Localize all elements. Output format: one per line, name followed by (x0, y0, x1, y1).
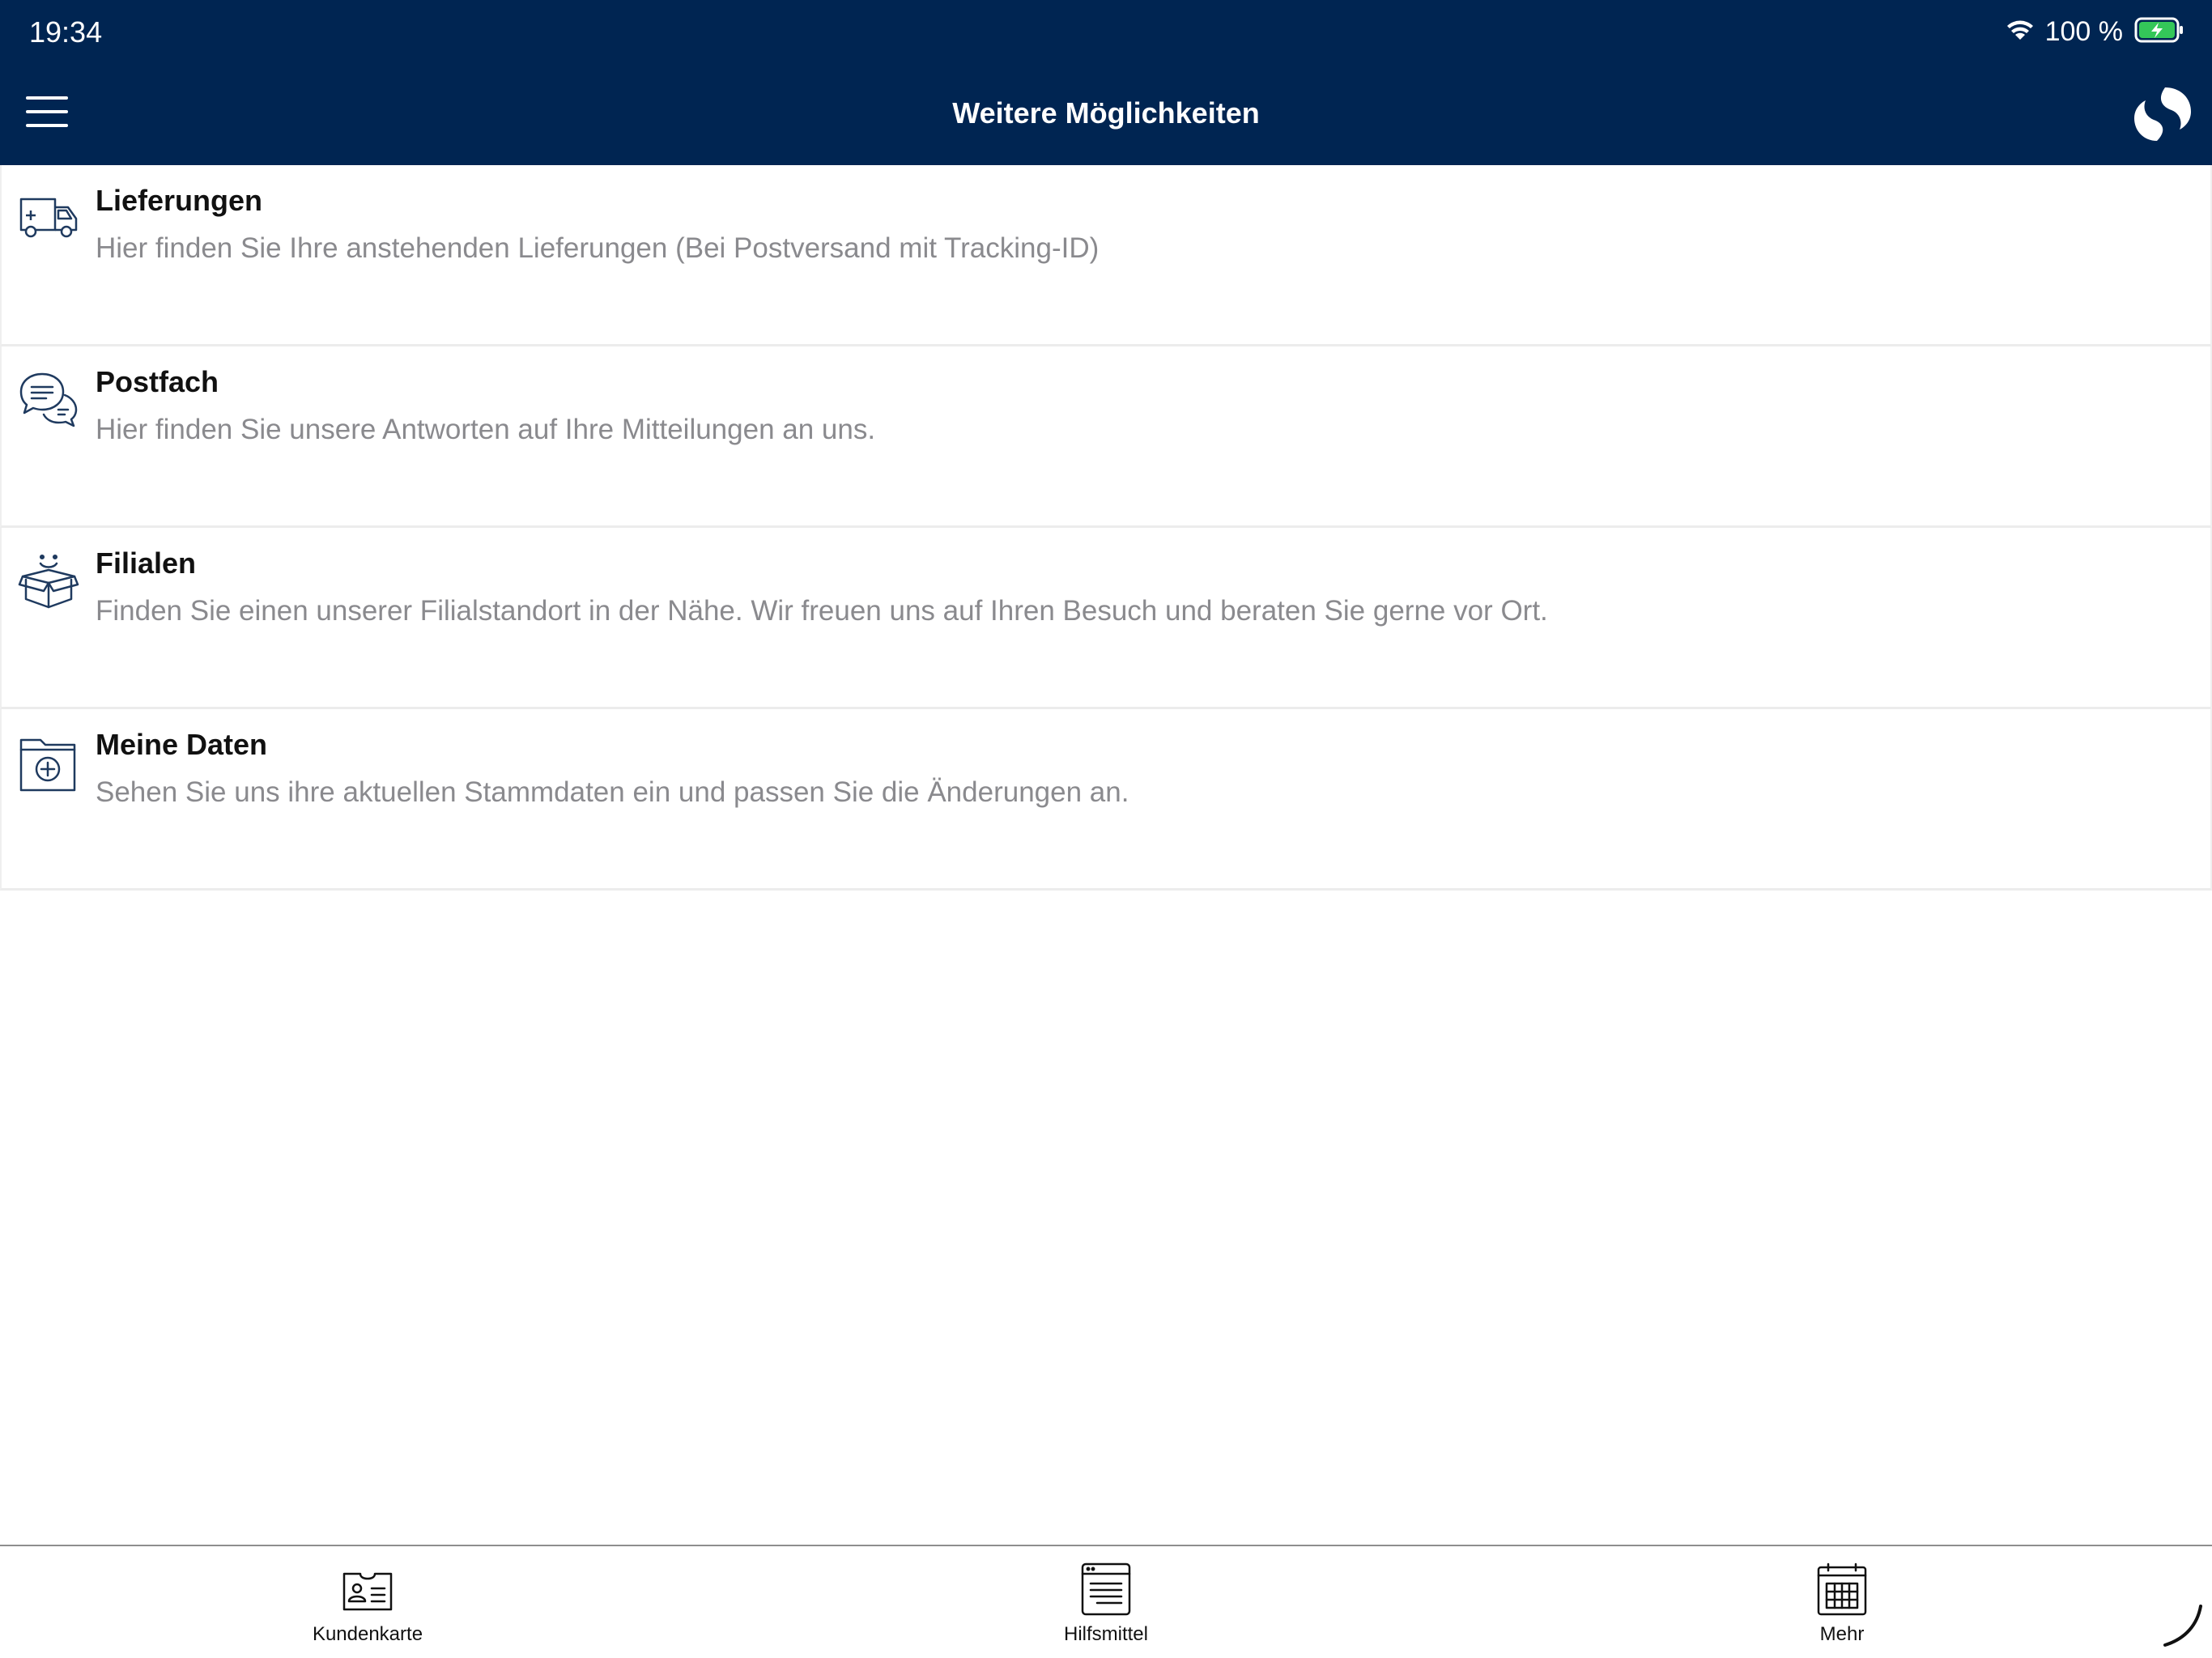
curve-stroke-icon (2159, 1603, 2204, 1648)
item-description: Finden Sie einen unserer Filialstandort … (96, 595, 1548, 627)
hamburger-menu-icon (24, 95, 70, 133)
top-bar: 19:34 100 % Weitere Möglichkeiten (0, 0, 2212, 165)
smiling-box-icon (18, 552, 79, 614)
customer-card-icon (341, 1562, 394, 1616)
folder-plus-icon (18, 733, 79, 795)
tab-kundenkarte[interactable]: Kundenkarte (270, 1562, 465, 1652)
menu-button[interactable] (18, 87, 76, 139)
status-indicators: 100 % (2006, 13, 2184, 50)
delivery-van-icon (18, 189, 79, 251)
page-title: Weitere Möglichkeiten (952, 96, 1260, 130)
calendar-grid-icon (1815, 1562, 1869, 1616)
tab-mehr[interactable]: Mehr (1745, 1562, 1939, 1652)
list-item-filialen[interactable]: Filialen Finden Sie einen unserer Filial… (0, 528, 2212, 709)
options-list: Lieferungen Hier finden Sie Ihre anstehe… (0, 165, 2212, 891)
status-time: 19:34 (29, 15, 103, 49)
item-description: Hier finden Sie Ihre anstehenden Lieferu… (96, 232, 1100, 264)
chat-bubbles-icon (18, 371, 79, 432)
item-description: Hier finden Sie unsere Antworten auf Ihr… (96, 414, 876, 445)
wifi-icon (2006, 19, 2034, 45)
tab-label: Mehr (1819, 1623, 1865, 1645)
tab-bar: Kundenkarte Hilfsmittel Mehr (0, 1545, 2212, 1658)
brand-logo-icon[interactable] (2133, 84, 2193, 144)
item-title: Lieferungen (96, 184, 263, 217)
document-window-icon (1079, 1562, 1133, 1616)
item-title: Postfach (96, 365, 219, 398)
battery-charging-icon (2134, 17, 2184, 47)
tab-hilfsmittel[interactable]: Hilfsmittel (1009, 1562, 1203, 1652)
app-root: 19:34 100 % Weitere Möglichkeiten Liefer… (0, 0, 2212, 1658)
list-item-meine-daten[interactable]: Meine Daten Sehen Sie uns ihre aktuellen… (0, 709, 2212, 891)
list-item-postfach[interactable]: Postfach Hier finden Sie unsere Antworte… (0, 346, 2212, 528)
list-item-lieferungen[interactable]: Lieferungen Hier finden Sie Ihre anstehe… (0, 165, 2212, 346)
item-description: Sehen Sie uns ihre aktuellen Stammdaten … (96, 776, 1129, 808)
tab-label: Kundenkarte (312, 1623, 423, 1645)
tab-label: Hilfsmittel (1063, 1623, 1148, 1645)
item-title: Meine Daten (96, 728, 268, 761)
item-title: Filialen (96, 546, 197, 580)
battery-percentage: 100 % (2044, 16, 2123, 47)
